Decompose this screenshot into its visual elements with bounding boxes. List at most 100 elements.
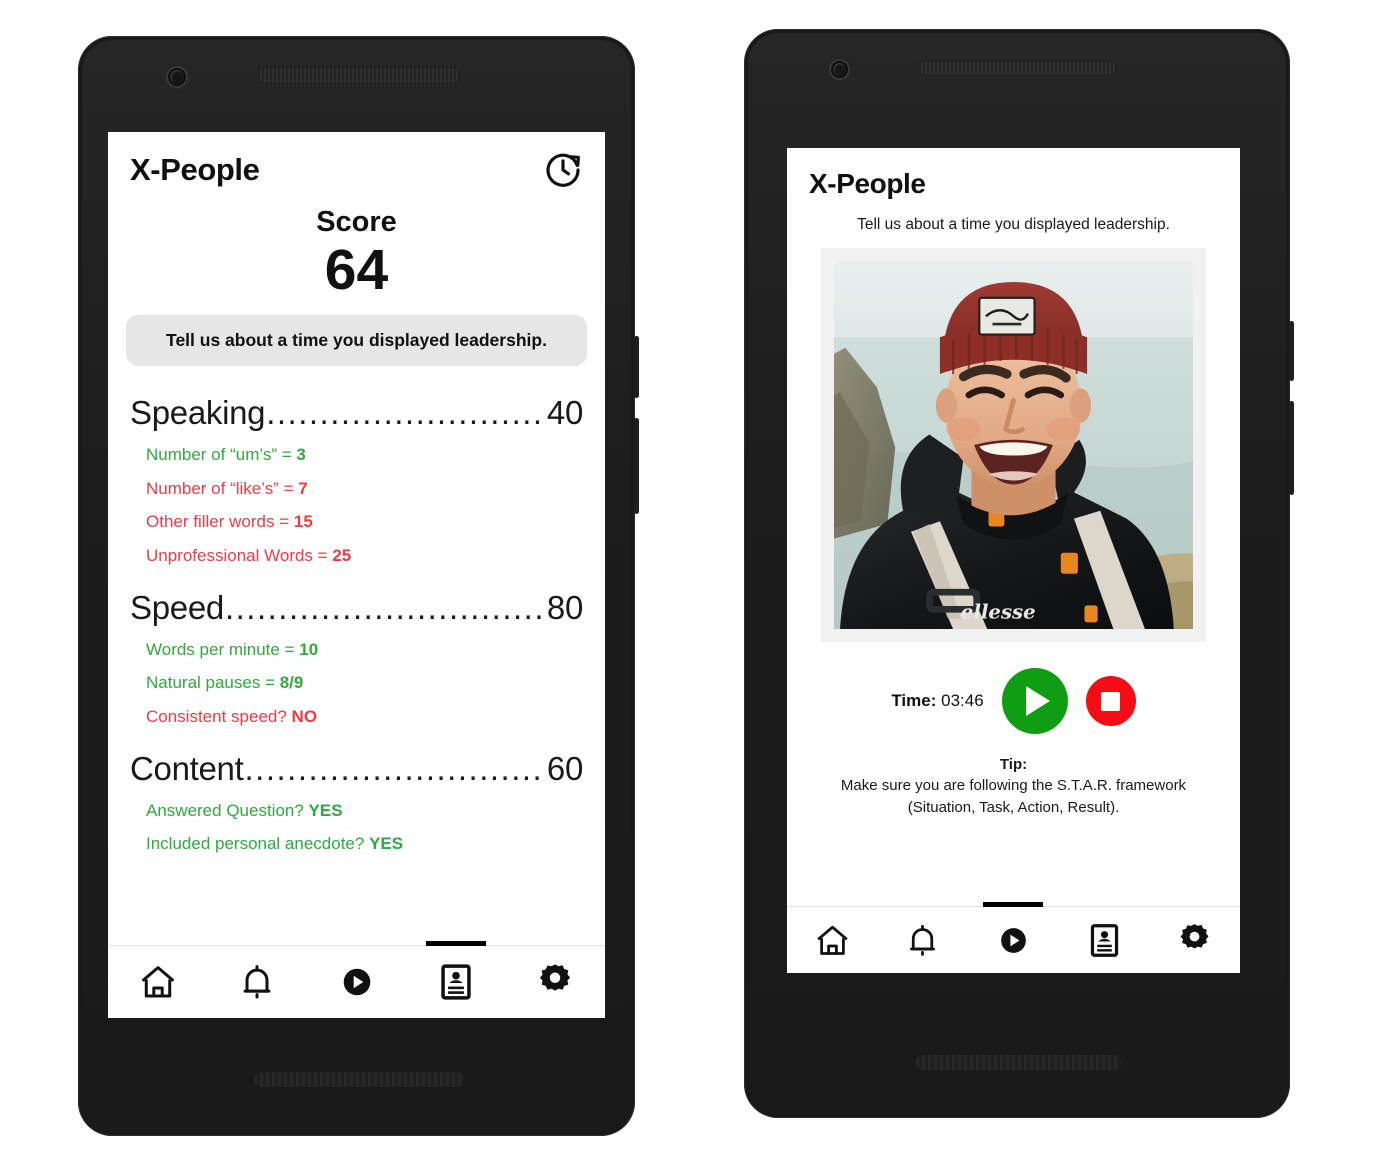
bottom-navigation-bar bbox=[108, 945, 605, 1018]
metric-value: 10 bbox=[299, 639, 319, 659]
metric-row: Included personal anecdote? YES bbox=[146, 827, 583, 861]
play-icon bbox=[1026, 686, 1051, 716]
recording-header: X-People bbox=[787, 148, 1240, 200]
metric-value: 7 bbox=[298, 478, 308, 498]
score-value: 64 bbox=[324, 238, 389, 302]
score-label: Score bbox=[316, 206, 397, 238]
nav-item-settings[interactable] bbox=[506, 946, 605, 1018]
metric-value: NO bbox=[291, 707, 318, 727]
metric-label: Number of “like’s” = bbox=[146, 478, 299, 498]
tip-line-2: (Situation, Task, Action, Result). bbox=[907, 798, 1120, 816]
bottom-speaker-grille bbox=[916, 1055, 1121, 1070]
section-header: Content ................................… bbox=[108, 750, 605, 788]
question-prompt-box: Tell us about a time you displayed leade… bbox=[126, 314, 587, 367]
power-button[interactable] bbox=[634, 336, 639, 398]
metric-value: 15 bbox=[293, 512, 313, 532]
metric-row: Consistent speed? NO bbox=[146, 700, 583, 734]
metric-value: 8/9 bbox=[279, 673, 304, 693]
recording-body: Tell us about a time you displayed leade… bbox=[787, 200, 1240, 906]
nav-item-profile[interactable] bbox=[406, 946, 505, 1018]
section-score: 80 bbox=[546, 588, 583, 626]
app-title: X-People bbox=[809, 168, 926, 199]
volume-button[interactable] bbox=[634, 418, 639, 514]
metric-row: Answered Question? YES bbox=[146, 794, 583, 828]
question-prompt: Tell us about a time you displayed leade… bbox=[857, 216, 1170, 233]
section-items: Number of “um’s” = 3 Number of “like’s” … bbox=[108, 432, 605, 573]
score-section-content: Content ................................… bbox=[108, 750, 605, 861]
play-button[interactable] bbox=[1001, 668, 1068, 734]
metric-label: Other filler words = bbox=[146, 512, 294, 532]
section-name: Speaking bbox=[130, 394, 266, 432]
id-card-icon bbox=[435, 961, 477, 1003]
play-circle-icon bbox=[336, 961, 378, 1003]
score-section-speed: Speed ..................................… bbox=[108, 589, 605, 734]
home-icon bbox=[137, 961, 179, 1003]
app-screen-results: X-People Score 64 Tell us about a time y… bbox=[108, 132, 605, 1018]
metric-value: YES bbox=[369, 834, 404, 854]
section-name: Content bbox=[130, 749, 244, 787]
gear-icon bbox=[1175, 921, 1214, 960]
section-header: Speed ..................................… bbox=[108, 589, 605, 627]
metric-row: Number of “like’s” = 7 bbox=[146, 472, 583, 506]
section-dot-leader: ........................................… bbox=[266, 394, 546, 432]
section-name: Speed bbox=[130, 588, 224, 626]
metric-label: Included personal anecdote? bbox=[146, 834, 370, 854]
time-label: Time: bbox=[891, 691, 937, 710]
bottom-speaker-grille bbox=[254, 1072, 464, 1087]
section-items: Words per minute = 10 Natural pauses = 8… bbox=[108, 627, 605, 734]
gear-icon bbox=[534, 961, 576, 1003]
app-title: X-People bbox=[130, 152, 260, 187]
metric-value: YES bbox=[308, 800, 343, 820]
metric-row: Other filler words = 15 bbox=[146, 505, 583, 539]
home-icon bbox=[813, 921, 852, 960]
stop-icon bbox=[1101, 691, 1121, 711]
tip-block: Tip: Make sure you are following the S.T… bbox=[787, 754, 1240, 818]
metric-label: Answered Question? bbox=[146, 800, 309, 820]
app-screen-recording: X-People Tell us about a time you displa… bbox=[787, 148, 1240, 973]
layout-spacer bbox=[787, 818, 1240, 906]
time-display: Time: 03:46 bbox=[891, 691, 983, 711]
front-camera-icon bbox=[829, 59, 850, 80]
nav-item-record[interactable] bbox=[968, 907, 1059, 973]
score-breakdown-list: Speaking ...............................… bbox=[108, 366, 605, 945]
section-dot-leader: ........................................… bbox=[244, 749, 546, 787]
nav-item-profile[interactable] bbox=[1059, 907, 1150, 973]
power-button[interactable] bbox=[1289, 321, 1294, 381]
metric-label: Words per minute = bbox=[146, 639, 300, 659]
clock-history-icon[interactable] bbox=[543, 150, 583, 190]
nav-item-home[interactable] bbox=[787, 907, 878, 973]
metric-label: Consistent speed? bbox=[146, 707, 292, 727]
metric-label: Natural pauses = bbox=[146, 673, 280, 693]
time-value: 03:46 bbox=[941, 691, 984, 710]
tip-title: Tip: bbox=[999, 756, 1028, 773]
nav-item-notifications[interactable] bbox=[878, 907, 969, 973]
score-section-speaking: Speaking ...............................… bbox=[108, 394, 605, 573]
metric-value: 25 bbox=[332, 546, 352, 566]
metric-row: Unprofessional Words = 25 bbox=[146, 539, 583, 573]
section-score: 60 bbox=[546, 749, 583, 787]
earpiece-speaker bbox=[256, 67, 461, 84]
volume-button[interactable] bbox=[1289, 401, 1294, 495]
results-header: X-People bbox=[108, 132, 605, 194]
play-circle-icon bbox=[994, 921, 1033, 960]
id-card-icon bbox=[1085, 921, 1124, 960]
recording-controls: Time: 03:46 bbox=[787, 668, 1240, 734]
user-video-preview[interactable]: ellesse bbox=[834, 261, 1193, 629]
nav-item-home[interactable] bbox=[108, 946, 207, 1018]
metric-label: Unprofessional Words = bbox=[146, 546, 333, 566]
metric-row: Natural pauses = 8/9 bbox=[146, 666, 583, 700]
bottom-navigation-bar bbox=[787, 906, 1240, 973]
video-preview-frame: ellesse bbox=[821, 248, 1206, 642]
nav-item-notifications[interactable] bbox=[207, 946, 306, 1018]
svg-text:ellesse: ellesse bbox=[961, 599, 1036, 623]
metric-row: Number of “um’s” = 3 bbox=[146, 438, 583, 472]
stop-button[interactable] bbox=[1085, 676, 1136, 726]
section-header: Speaking ...............................… bbox=[108, 394, 605, 432]
metric-label: Number of “um’s” = bbox=[146, 445, 297, 465]
earpiece-speaker bbox=[917, 60, 1117, 76]
bell-icon bbox=[903, 921, 942, 960]
tip-line-1: Make sure you are following the S.T.A.R.… bbox=[840, 777, 1187, 795]
nav-item-settings[interactable] bbox=[1149, 907, 1240, 973]
nav-item-record[interactable] bbox=[307, 946, 406, 1018]
section-score: 40 bbox=[546, 394, 583, 432]
